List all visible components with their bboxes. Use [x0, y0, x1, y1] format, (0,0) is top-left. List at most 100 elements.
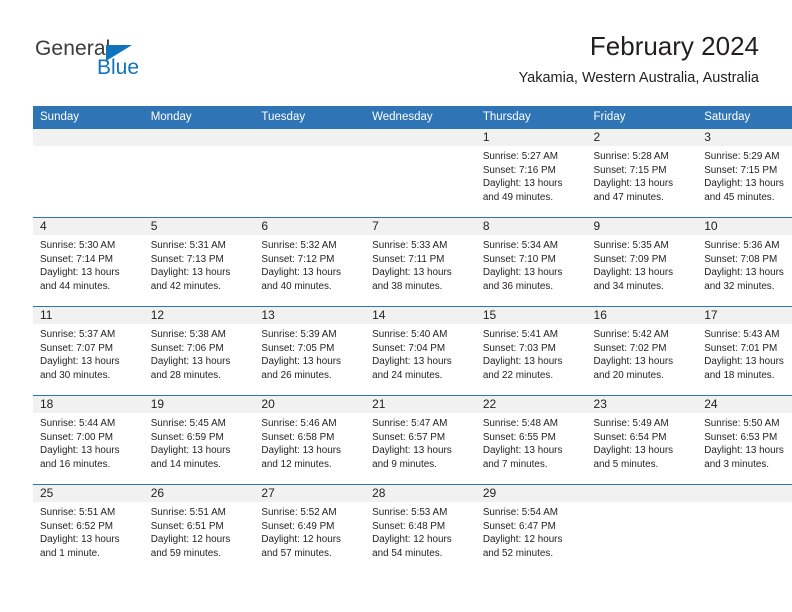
- calendar-day-cell[interactable]: 21 Sunrise: 5:47 AM Sunset: 6:57 PM Dayligh…: [365, 395, 476, 485]
- day-details: Sunrise: 5:37 AM Sunset: 7:07 PM Daylight:…: [33, 324, 144, 382]
- sunrise-text: Sunrise: 5:28 AM: [593, 151, 669, 162]
- daylight-text: and 40 minutes.: [261, 280, 332, 292]
- daylight-text: Daylight: 13 hours: [704, 445, 784, 457]
- calendar-day-cell[interactable]: 22 Sunrise: 5:48 AM Sunset: 6:55 PM Dayligh…: [475, 395, 587, 485]
- daylight-text: and 5 minutes.: [593, 458, 659, 470]
- page-header: General Blue February 2024 Yakamia, West…: [33, 30, 759, 98]
- day-details: Sunrise: 5:48 AM Sunset: 6:55 PM Daylight:…: [476, 413, 587, 471]
- calendar-day-cell[interactable]: 27 Sunrise: 5:52 AM Sunset: 6:49 PM Dayligh…: [254, 484, 366, 573]
- day-details: Sunrise: 5:47 AM Sunset: 6:57 PM Daylight:…: [365, 413, 476, 471]
- sunrise-text: Sunrise: 5:48 AM: [482, 418, 559, 429]
- general-blue-logo[interactable]: General Blue: [35, 36, 215, 92]
- calendar-day-cell[interactable]: 23 Sunrise: 5:49 AM Sunset: 6:54 PM Dayligh…: [586, 395, 698, 485]
- sunrise-text: Sunrise: 5:43 AM: [704, 329, 780, 340]
- daylight-text: and 24 minutes.: [372, 369, 443, 381]
- day-details: Sunrise: 5:27 AM Sunset: 7:16 PM Daylight:…: [476, 146, 587, 204]
- day-number: 26: [143, 485, 255, 502]
- sunrise-text: Sunrise: 5:50 AM: [704, 418, 780, 429]
- day-number: 12: [143, 307, 255, 324]
- day-number: 19: [143, 396, 255, 413]
- sunrise-text: Sunrise: 5:54 AM: [482, 507, 559, 518]
- day-number: 22: [475, 396, 587, 413]
- calendar-day-cell[interactable]: 14 Sunrise: 5:40 AM Sunset: 7:04 PM Dayligh…: [365, 306, 476, 396]
- calendar-day-cell[interactable]: 8 Sunrise: 5:34 AM Sunset: 7:10 PM Daylight…: [475, 217, 587, 307]
- calendar-day-cell[interactable]: 28 Sunrise: 5:53 AM Sunset: 6:48 PM Dayligh…: [365, 484, 476, 573]
- day-number: 17: [697, 307, 792, 324]
- day-number: 6: [254, 218, 366, 235]
- calendar-day-cell[interactable]: 24 Sunrise: 5:50 AM Sunset: 6:53 PM Dayligh…: [697, 395, 792, 485]
- sunrise-text: Sunrise: 5:51 AM: [40, 507, 116, 518]
- calendar-day-cell[interactable]: 26 Sunrise: 5:51 AM Sunset: 6:51 PM Dayligh…: [143, 484, 255, 573]
- daylight-text: and 7 minutes.: [482, 458, 548, 470]
- sunrise-text: Sunrise: 5:53 AM: [372, 507, 448, 518]
- calendar-day-cell[interactable]: 6 Sunrise: 5:32 AM Sunset: 7:12 PM Daylight…: [254, 217, 366, 307]
- daylight-text: Daylight: 13 hours: [372, 267, 452, 279]
- day-details: Sunrise: 5:29 AM Sunset: 7:15 PM Daylight:…: [697, 146, 792, 204]
- sunset-text: Sunset: 6:58 PM: [261, 431, 335, 443]
- calendar-day-cell[interactable]: 12 Sunrise: 5:38 AM Sunset: 7:06 PM Dayligh…: [143, 306, 255, 396]
- calendar-day-cell[interactable]: 10 Sunrise: 5:36 AM Sunset: 7:08 PM Dayligh…: [697, 217, 792, 307]
- sunset-text: Sunset: 7:04 PM: [372, 342, 446, 354]
- sunrise-text: Sunrise: 5:38 AM: [150, 329, 226, 340]
- sunrise-text: Sunrise: 5:27 AM: [482, 151, 559, 162]
- day-number: 3: [697, 129, 792, 146]
- sunrise-text: Sunrise: 5:39 AM: [261, 329, 337, 340]
- daylight-text: and 3 minutes.: [704, 458, 769, 470]
- day-number: [697, 485, 792, 502]
- weekday-header-monday: Monday: [143, 106, 255, 129]
- daylight-text: and 57 minutes.: [261, 547, 332, 559]
- weekday-header-sunday: Sunday: [33, 106, 144, 129]
- daylight-text: Daylight: 13 hours: [593, 178, 674, 190]
- calendar-day-cell[interactable]: 16 Sunrise: 5:42 AM Sunset: 7:02 PM Dayligh…: [586, 306, 698, 396]
- page-title: February 2024: [589, 31, 759, 61]
- calendar-day-cell[interactable]: 20 Sunrise: 5:46 AM Sunset: 6:58 PM Dayligh…: [254, 395, 366, 485]
- daylight-text: and 59 minutes.: [150, 547, 221, 559]
- daylight-text: and 1 minute.: [40, 547, 100, 559]
- sunrise-text: Sunrise: 5:34 AM: [482, 240, 559, 251]
- daylight-text: and 22 minutes.: [482, 369, 554, 381]
- day-details: Sunrise: 5:39 AM Sunset: 7:05 PM Daylight:…: [254, 324, 365, 382]
- calendar-day-cell[interactable]: 7 Sunrise: 5:33 AM Sunset: 7:11 PM Daylight…: [365, 217, 476, 307]
- calendar-day-cell-empty: [697, 484, 792, 573]
- calendar-day-cell[interactable]: 5 Sunrise: 5:31 AM Sunset: 7:13 PM Daylight…: [143, 217, 255, 307]
- calendar-day-cell[interactable]: 13 Sunrise: 5:39 AM Sunset: 7:05 PM Dayligh…: [254, 306, 366, 396]
- day-number: 23: [586, 396, 698, 413]
- daylight-text: Daylight: 13 hours: [40, 356, 120, 368]
- daylight-text: Daylight: 13 hours: [372, 356, 452, 368]
- sunrise-text: Sunrise: 5:31 AM: [150, 240, 226, 251]
- sunset-text: Sunset: 7:12 PM: [261, 253, 335, 265]
- sunrise-text: Sunrise: 5:52 AM: [261, 507, 337, 518]
- calendar-day-cell[interactable]: 25 Sunrise: 5:51 AM Sunset: 6:52 PM Dayligh…: [33, 484, 144, 573]
- day-number: 2: [586, 129, 698, 146]
- day-details: Sunrise: 5:54 AM Sunset: 6:47 PM Daylight:…: [476, 502, 587, 560]
- calendar-day-cell[interactable]: 2 Sunrise: 5:28 AM Sunset: 7:15 PM Daylight…: [586, 128, 698, 218]
- calendar-day-cell[interactable]: 18 Sunrise: 5:44 AM Sunset: 7:00 PM Dayligh…: [33, 395, 144, 485]
- calendar-day-cell[interactable]: 4 Sunrise: 5:30 AM Sunset: 7:14 PM Daylight…: [33, 217, 144, 307]
- day-number: 11: [33, 307, 144, 324]
- day-number: 8: [475, 218, 587, 235]
- sunrise-text: Sunrise: 5:49 AM: [593, 418, 669, 429]
- daylight-text: Daylight: 12 hours: [150, 534, 231, 546]
- sunset-text: Sunset: 6:49 PM: [261, 520, 335, 532]
- logo-text-blue: Blue: [97, 56, 140, 79]
- calendar-day-cell-empty: [143, 128, 255, 218]
- daylight-text: and 16 minutes.: [40, 458, 111, 470]
- calendar-day-cell[interactable]: 9 Sunrise: 5:35 AM Sunset: 7:09 PM Daylight…: [586, 217, 698, 307]
- daylight-text: Daylight: 13 hours: [482, 356, 563, 368]
- calendar-day-cell[interactable]: 1 Sunrise: 5:27 AM Sunset: 7:16 PM Daylight…: [475, 128, 587, 218]
- calendar-day-cell[interactable]: 11 Sunrise: 5:37 AM Sunset: 7:07 PM Dayligh…: [33, 306, 144, 396]
- sunrise-text: Sunrise: 5:41 AM: [482, 329, 559, 340]
- calendar-day-cell[interactable]: 17 Sunrise: 5:43 AM Sunset: 7:01 PM Dayligh…: [697, 306, 792, 396]
- day-details: Sunrise: 5:40 AM Sunset: 7:04 PM Daylight:…: [365, 324, 476, 382]
- calendar-day-cell-empty: [586, 484, 698, 573]
- calendar-week-row: 11 Sunrise: 5:37 AM Sunset: 7:07 PM Dayligh…: [33, 306, 792, 396]
- sunset-text: Sunset: 7:03 PM: [482, 342, 556, 354]
- calendar-day-cell[interactable]: 29 Sunrise: 5:54 AM Sunset: 6:47 PM Dayligh…: [475, 484, 587, 573]
- calendar-day-cell[interactable]: 3 Sunrise: 5:29 AM Sunset: 7:15 PM Daylight…: [697, 128, 792, 218]
- title-block: February 2024 Yakamia, Western Australia…: [519, 30, 759, 88]
- day-number: 4: [33, 218, 144, 235]
- daylight-text: Daylight: 12 hours: [482, 534, 563, 546]
- day-details: Sunrise: 5:44 AM Sunset: 7:00 PM Daylight:…: [33, 413, 144, 471]
- calendar-day-cell[interactable]: 19 Sunrise: 5:45 AM Sunset: 6:59 PM Dayligh…: [143, 395, 255, 485]
- calendar-day-cell[interactable]: 15 Sunrise: 5:41 AM Sunset: 7:03 PM Dayligh…: [475, 306, 587, 396]
